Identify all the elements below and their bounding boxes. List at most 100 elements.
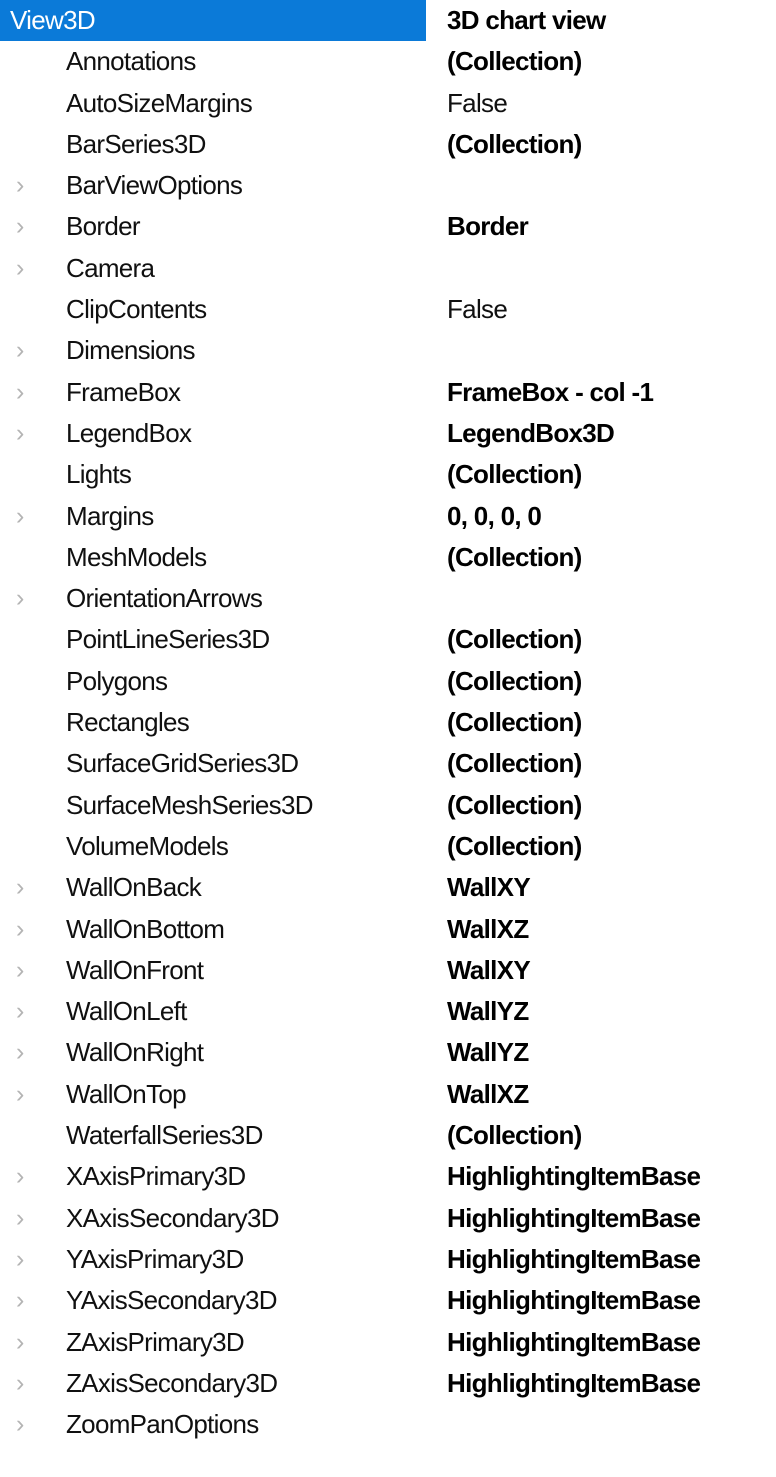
property-value[interactable]: LegendBox3D [447, 413, 615, 454]
property-value[interactable]: HighlightingItemBase [447, 1198, 701, 1239]
property-value[interactable]: 0, 0, 0, 0 [447, 496, 542, 537]
property-row[interactable]: ›View3D3D chart view [0, 0, 776, 42]
property-row[interactable]: › Border Border [0, 206, 776, 247]
property-value[interactable]: False [447, 289, 508, 330]
property-row[interactable]: › ZAxisPrimary3D HighlightingItemBase [0, 1322, 776, 1363]
chevron-right-icon[interactable]: › [16, 1156, 38, 1197]
property-row[interactable]: ›VolumeModels(Collection) [0, 826, 776, 867]
chevron-right-icon[interactable]: › [16, 1363, 38, 1404]
property-row[interactable]: › Dimensions [0, 330, 776, 371]
property-value[interactable]: False [447, 83, 508, 124]
row-selection-background [0, 991, 426, 1032]
property-row[interactable]: ›Lights(Collection) [0, 454, 776, 495]
chevron-right-icon[interactable]: › [16, 165, 38, 206]
property-value[interactable]: (Collection) [447, 702, 582, 743]
chevron-right-icon[interactable]: › [16, 1074, 38, 1115]
property-name: Border [66, 211, 141, 242]
property-value[interactable]: HighlightingItemBase [447, 1280, 701, 1321]
property-row[interactable]: › WallOnBack WallXY [0, 867, 776, 908]
property-row[interactable]: ›Polygons(Collection) [0, 661, 776, 702]
property-value[interactable]: (Collection) [447, 1115, 582, 1156]
property-value[interactable]: WallYZ [447, 991, 529, 1032]
chevron-right-icon[interactable]: › [16, 330, 38, 371]
chevron-right-icon[interactable]: › [16, 1404, 38, 1445]
property-row[interactable]: ›Annotations(Collection) [0, 41, 776, 82]
property-value[interactable]: WallXZ [447, 1074, 529, 1115]
property-row[interactable]: › FrameBox FrameBox - col -1 [0, 372, 776, 413]
property-row[interactable]: ›MeshModels(Collection) [0, 537, 776, 578]
chevron-right-icon[interactable]: › [16, 950, 38, 991]
property-value[interactable]: HighlightingItemBase [447, 1322, 701, 1363]
chevron-right-icon[interactable]: › [16, 372, 38, 413]
property-row[interactable]: › BarViewOptions [0, 165, 776, 206]
property-value[interactable]: (Collection) [447, 537, 582, 578]
property-name: Polygons [66, 665, 168, 696]
property-name: Dimensions [66, 335, 196, 366]
chevron-right-icon[interactable]: › [16, 1032, 38, 1073]
property-row[interactable]: ›SurfaceMeshSeries3D(Collection) [0, 785, 776, 826]
property-row[interactable]: › YAxisSecondary3D HighlightingItemBase [0, 1280, 776, 1321]
chevron-right-icon[interactable]: › [16, 1322, 38, 1363]
chevron-right-icon[interactable]: › [16, 991, 38, 1032]
property-value[interactable]: (Collection) [447, 826, 582, 867]
property-name: XAxisPrimary3D [66, 1161, 246, 1192]
row-selection-background [0, 1032, 426, 1073]
property-row[interactable]: › Margins 0, 0, 0, 0 [0, 496, 776, 537]
property-row[interactable]: › ZAxisSecondary3D HighlightingItemBase [0, 1363, 776, 1404]
chevron-right-icon[interactable]: › [16, 578, 38, 619]
property-row[interactable]: ›PointLineSeries3D(Collection) [0, 619, 776, 660]
chevron-right-icon[interactable]: › [16, 1198, 38, 1239]
property-value[interactable]: Border [447, 206, 529, 247]
property-row[interactable]: › WallOnFront WallXY [0, 950, 776, 991]
property-name: LegendBox [66, 417, 192, 448]
property-row[interactable]: ›WaterfallSeries3D(Collection) [0, 1115, 776, 1156]
property-value[interactable]: HighlightingItemBase [447, 1156, 701, 1197]
property-value[interactable]: FrameBox - col -1 [447, 372, 654, 413]
property-value[interactable]: WallYZ [447, 1032, 529, 1073]
chevron-right-icon[interactable]: › [16, 1280, 38, 1321]
property-row[interactable]: › WallOnRight WallYZ [0, 1032, 776, 1073]
row-selection-background [0, 330, 426, 371]
property-value[interactable]: (Collection) [447, 124, 582, 165]
property-value[interactable]: 3D chart view [447, 0, 606, 41]
property-row[interactable]: › WallOnBottom WallXZ [0, 909, 776, 950]
property-value[interactable]: HighlightingItemBase [447, 1239, 701, 1280]
chevron-right-icon[interactable]: › [16, 1239, 38, 1280]
chevron-right-icon[interactable]: › [16, 206, 38, 247]
chevron-right-icon[interactable]: › [16, 248, 38, 289]
property-value[interactable]: WallXY [447, 950, 531, 991]
property-row[interactable]: › ZoomPanOptions [0, 1404, 776, 1445]
property-row[interactable]: › OrientationArrows [0, 578, 776, 619]
chevron-right-icon[interactable]: › [16, 413, 38, 454]
row-selection-background [0, 206, 426, 247]
property-row[interactable]: › XAxisPrimary3D HighlightingItemBase [0, 1156, 776, 1197]
chevron-right-icon[interactable]: › [16, 909, 38, 950]
property-value[interactable]: WallXZ [447, 909, 529, 950]
property-value[interactable]: (Collection) [447, 41, 582, 82]
chevron-right-icon[interactable]: › [16, 496, 38, 537]
property-name: PointLineSeries3D [66, 624, 270, 655]
property-row[interactable]: ›Rectangles(Collection) [0, 702, 776, 743]
property-name: BarViewOptions [66, 170, 243, 201]
property-value[interactable]: WallXY [447, 867, 531, 908]
property-value[interactable]: HighlightingItemBase [447, 1363, 701, 1404]
chevron-right-icon[interactable]: › [16, 867, 38, 908]
property-row[interactable]: ›SurfaceGridSeries3D(Collection) [0, 743, 776, 784]
property-value[interactable]: (Collection) [447, 454, 582, 495]
property-value[interactable]: (Collection) [447, 619, 582, 660]
property-row[interactable]: › Camera [0, 248, 776, 289]
property-name: WallOnTop [66, 1078, 187, 1109]
property-row[interactable]: › WallOnTop WallXZ [0, 1074, 776, 1115]
property-value[interactable]: (Collection) [447, 661, 582, 702]
property-row[interactable]: ›BarSeries3D(Collection) [0, 124, 776, 165]
property-row[interactable]: › LegendBox LegendBox3D [0, 413, 776, 454]
row-selection-background [0, 537, 426, 578]
property-name: WallOnFront [66, 954, 204, 985]
property-row[interactable]: › YAxisPrimary3D HighlightingItemBase [0, 1239, 776, 1280]
property-row[interactable]: › WallOnLeft WallYZ [0, 991, 776, 1032]
property-value[interactable]: (Collection) [447, 743, 582, 784]
property-row[interactable]: ›ClipContentsFalse [0, 289, 776, 330]
property-value[interactable]: (Collection) [447, 785, 582, 826]
property-row[interactable]: ›AutoSizeMarginsFalse [0, 83, 776, 124]
property-row[interactable]: › XAxisSecondary3D HighlightingItemBase [0, 1198, 776, 1239]
